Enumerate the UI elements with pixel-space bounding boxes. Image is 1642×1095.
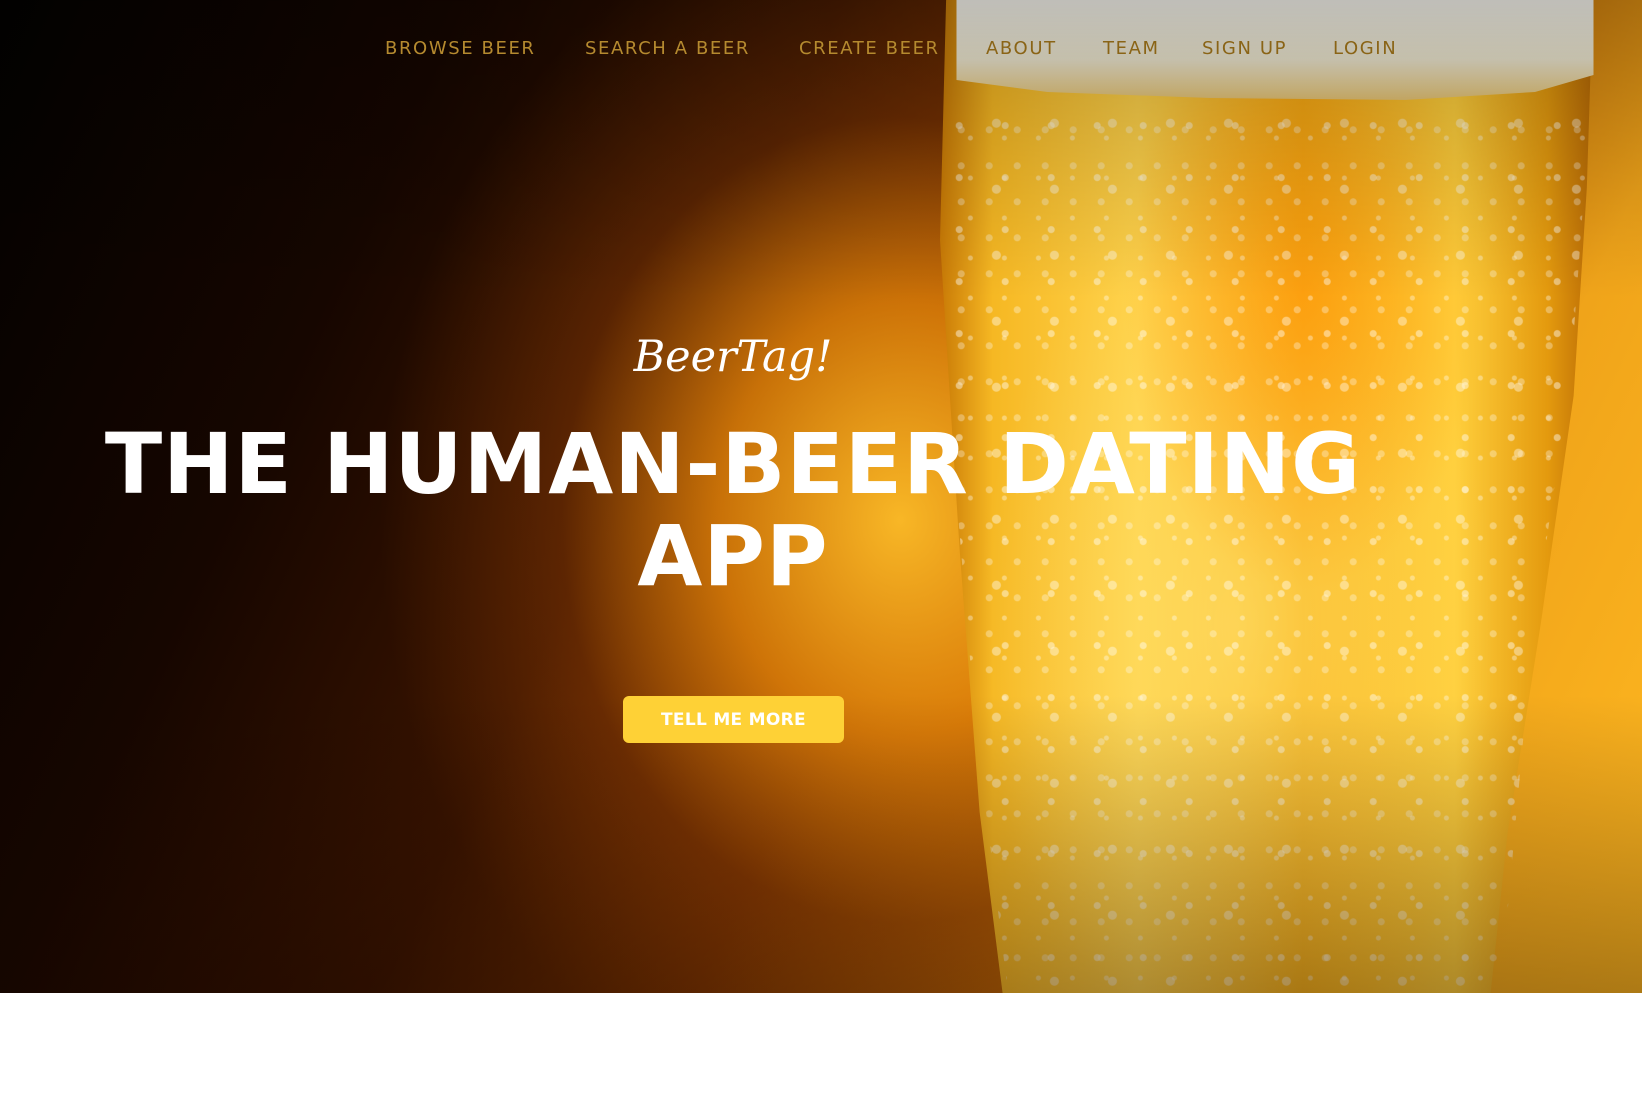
nav-browse-beer[interactable]: BROWSE BEER xyxy=(385,38,536,59)
hero-section: BROWSE BEER SEARCH A BEER CREATE BEER AB… xyxy=(0,0,1642,993)
nav-create-beer[interactable]: CREATE BEER xyxy=(799,38,940,59)
nav-search-beer[interactable]: SEARCH A BEER xyxy=(585,38,750,59)
nav-about[interactable]: ABOUT xyxy=(986,38,1057,59)
page-content-area xyxy=(0,993,1642,1095)
nav-team[interactable]: TEAM xyxy=(1103,38,1160,59)
nav-sign-up[interactable]: SIGN UP xyxy=(1202,38,1287,59)
nav-login[interactable]: LOGIN xyxy=(1333,38,1397,59)
tell-me-more-button[interactable]: TELL ME MORE xyxy=(623,696,844,743)
hero-headline: THE HUMAN-BEER DATING APP xyxy=(104,415,1362,605)
brand-subtitle: BeerTag! xyxy=(633,332,833,382)
main-navigation: BROWSE BEER SEARCH A BEER CREATE BEER AB… xyxy=(0,38,1642,68)
